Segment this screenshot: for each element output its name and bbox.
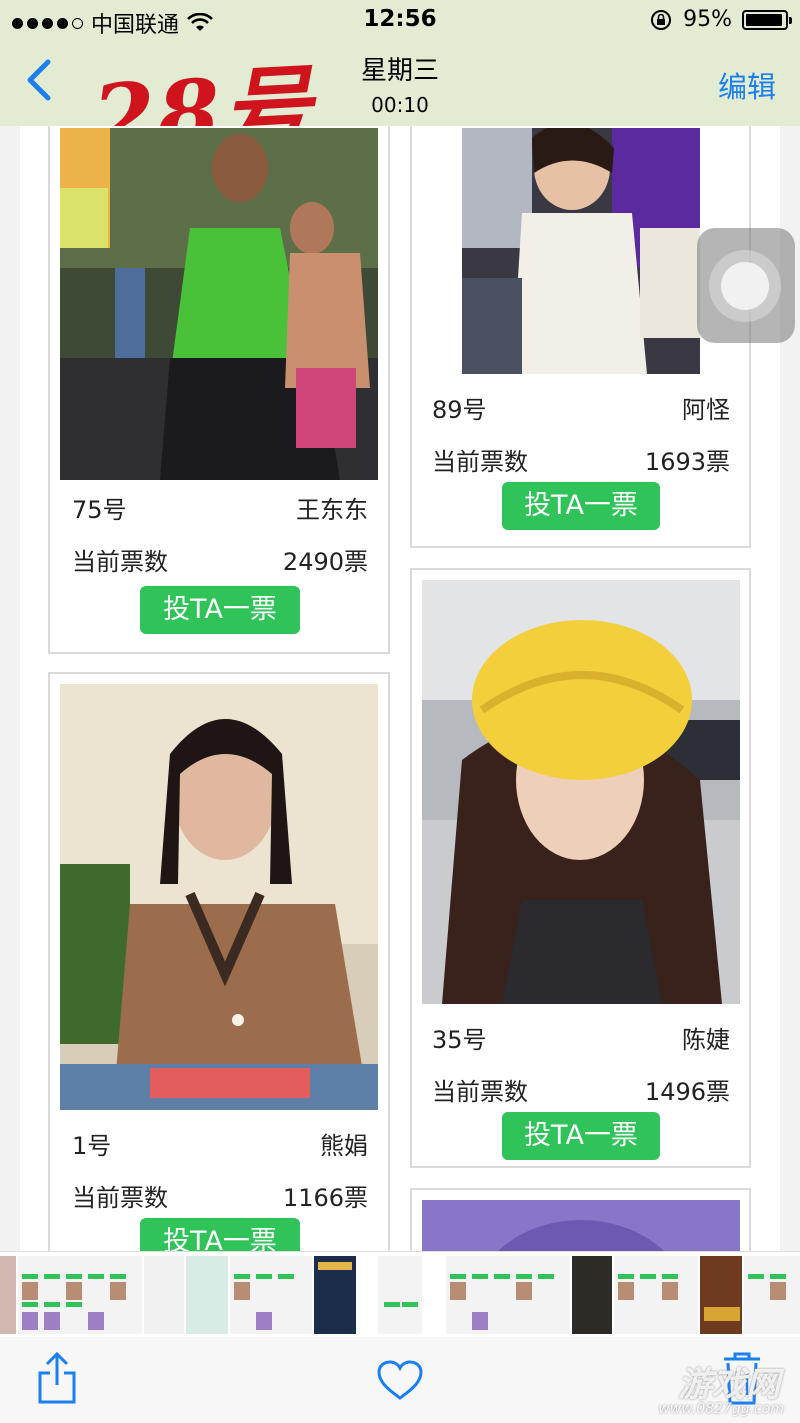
votes-count: 2490票: [282, 548, 368, 576]
contestant-card: 89号 阿怪 当前票数 1693票 投TA一票: [410, 126, 751, 548]
contestant-card: 1号 熊娟 当前票数 1166票 投TA一票: [48, 672, 390, 1251]
contestant-number: 75号: [72, 496, 127, 524]
contestant-photo: [462, 128, 700, 374]
battery-icon: [742, 9, 792, 30]
card-row-top: 35号 陈婕: [432, 1020, 730, 1055]
rotation-lock-icon: [651, 9, 672, 30]
back-chevron-icon[interactable]: [22, 58, 62, 102]
contestant-photo: [60, 128, 378, 480]
status-right: 95%: [649, 7, 792, 32]
vote-button[interactable]: 投TA一票: [140, 1218, 300, 1251]
contestant-name: 王东东: [296, 496, 368, 524]
card-row-top: 89号 阿怪: [432, 390, 730, 425]
contestant-photo: [60, 684, 378, 1110]
thumbnail-strip[interactable]: [0, 1251, 800, 1338]
card-row-top: 75号 王东东: [72, 490, 368, 525]
votes-count: 1693票: [644, 448, 730, 476]
votes-count: 1166票: [282, 1184, 368, 1212]
contestant-name: 熊娟: [320, 1132, 368, 1160]
votes-label: 当前票数: [432, 1078, 528, 1106]
contestant-card: [410, 1188, 751, 1251]
thumbnail-row[interactable]: [0, 1252, 800, 1338]
nav-subtitle: 00:10: [371, 93, 429, 117]
contestant-number: 1号: [72, 1132, 112, 1160]
votes-label: 当前票数: [72, 1184, 168, 1212]
contestant-name: 阿怪: [682, 396, 730, 424]
card-row-votes: 当前票数 1496票: [432, 1072, 730, 1107]
vote-button[interactable]: 投TA一票: [140, 586, 300, 634]
card-row-votes: 当前票数 2490票: [72, 542, 368, 577]
nav-title-group: 星期三 00:10: [300, 50, 500, 117]
assistive-touch-button[interactable]: [697, 228, 795, 343]
card-row-top: 1号 熊娟: [72, 1126, 368, 1161]
contestant-name: 陈婕: [682, 1026, 730, 1054]
edit-button[interactable]: 编辑: [718, 64, 776, 106]
watermark-url: www.0827gg.com: [658, 1401, 784, 1417]
contestant-number: 89号: [432, 396, 487, 424]
bottom-toolbar: 游戏网 www.0827gg.com: [0, 1337, 800, 1423]
share-icon[interactable]: [36, 1351, 78, 1405]
contestant-card: 35号 陈婕 当前票数 1496票 投TA一票: [410, 568, 751, 1168]
contestant-photo: [422, 1200, 740, 1251]
votes-label: 当前票数: [72, 548, 168, 576]
photo-content: 75号 王东东 当前票数 2490票 投TA一票 89号 阿怪 当前票数 169…: [0, 126, 800, 1251]
status-bar: 中国联通 12:56 95%: [0, 0, 800, 40]
contestant-card: 75号 王东东 当前票数 2490票 投TA一票: [48, 126, 390, 654]
vote-button[interactable]: 投TA一票: [502, 482, 660, 530]
heart-icon[interactable]: [376, 1359, 424, 1401]
card-row-votes: 当前票数 1166票: [72, 1178, 368, 1213]
votes-count: 1496票: [644, 1078, 730, 1106]
contestant-photo: [422, 580, 740, 1004]
vote-button[interactable]: 投TA一票: [502, 1112, 660, 1160]
card-row-votes: 当前票数 1693票: [432, 442, 730, 477]
nav-title: 星期三: [360, 56, 439, 86]
nav-bar: 28号 星期三 00:10 编辑: [0, 40, 800, 172]
battery-percent: 95%: [683, 7, 732, 32]
contestant-number: 35号: [432, 1026, 487, 1054]
votes-label: 当前票数: [432, 448, 528, 476]
watermark-logo: 游戏网: [678, 1365, 780, 1405]
